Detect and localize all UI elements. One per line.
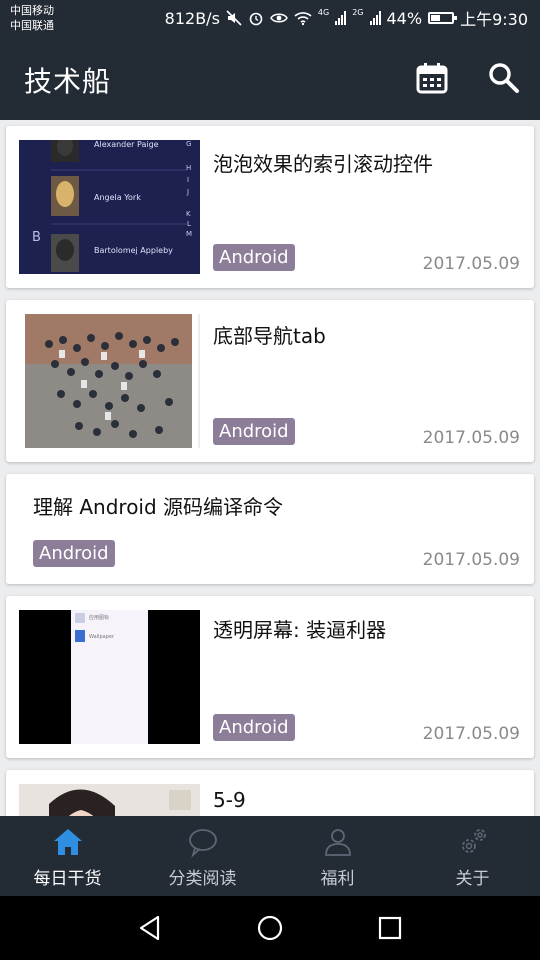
status-bar: 中国移动 中国联通 812B/s 4G 2G 44% 上午9:30: [0, 0, 540, 36]
nav-item-welfare[interactable]: 福利: [270, 816, 405, 896]
article-list[interactable]: Alexander Paige Angela York Bartolomej A…: [0, 120, 540, 816]
thumb-letter-j: J: [187, 188, 190, 196]
article-card[interactable]: Alexander Paige Angela York Bartolomej A…: [6, 126, 534, 288]
search-icon[interactable]: [486, 60, 522, 96]
nav-label-about: 关于: [455, 869, 490, 889]
article-card[interactable]: 理解 Android 源码编译命令 Android 2017.05.09: [6, 474, 534, 584]
wifi-icon: [294, 12, 312, 26]
thumb-name-2: Angela York: [94, 193, 141, 202]
network-speed: 812B/s: [164, 8, 220, 28]
mute-icon: [226, 10, 242, 26]
clock: 上午9:30: [460, 10, 528, 29]
app-title: 技术船: [24, 65, 112, 98]
portrait-photo: [19, 784, 200, 816]
article-thumbnail: [19, 784, 200, 816]
article-thumbnail: Alexander Paige Angela York Bartolomej A…: [19, 140, 200, 274]
article-title[interactable]: 5-9: [213, 788, 246, 812]
thumb-name-1: Alexander Paige: [94, 140, 159, 149]
thumb-letter-m: M: [186, 230, 193, 238]
net-type-1: 4G: [317, 8, 330, 17]
article-thumbnail: 应用图标 Wallpaper: [19, 610, 200, 744]
net-type-2: 2G: [352, 8, 364, 17]
alarm-icon: [249, 12, 263, 26]
thumb-letter-g: G: [186, 140, 192, 148]
category-tag: Android: [33, 540, 115, 567]
article-title[interactable]: 泡泡效果的索引滚动控件: [213, 148, 433, 177]
article-title[interactable]: 透明屏幕: 装逼利器: [213, 614, 386, 643]
nav-item-category[interactable]: 分类阅读: [135, 816, 270, 896]
category-tag: Android: [213, 714, 295, 741]
nav-item-daily[interactable]: 每日干货: [0, 816, 135, 896]
thumb-letter-k: K: [186, 210, 191, 218]
article-card[interactable]: 应用图标 Wallpaper 透明屏幕: 装逼利器 Android 2017.0…: [6, 596, 534, 758]
carrier-2: 中国联通: [10, 19, 54, 32]
back-triangle-icon[interactable]: [134, 912, 166, 944]
nav-label-daily: 每日干货: [33, 869, 102, 889]
article-title[interactable]: 理解 Android 源码编译命令: [33, 491, 283, 520]
category-tag: Android: [213, 244, 295, 271]
preview-item-2: Wallpaper: [89, 634, 115, 640]
app-toolbar: 技术船: [0, 36, 540, 120]
calendar-icon[interactable]: [414, 60, 450, 96]
battery-icon: [428, 12, 458, 24]
article-date: 2017.05.09: [422, 254, 520, 274]
carrier-1: 中国移动: [10, 4, 54, 17]
nav-label-category: 分类阅读: [168, 869, 237, 889]
home-icon: [53, 829, 82, 855]
thumb-letter-i: I: [187, 176, 190, 184]
system-navigation-bar: [0, 896, 540, 960]
thumb-name-3: Bartolomej Appleby: [94, 246, 173, 255]
article-date: 2017.05.09: [422, 550, 520, 570]
home-circle-icon[interactable]: [254, 912, 286, 944]
thumb-section-letter: B: [32, 230, 41, 245]
eye-icon: [270, 13, 288, 23]
preview-app-icon: [75, 613, 85, 623]
recents-square-icon[interactable]: [374, 912, 406, 944]
thumb-letter-l: L: [187, 220, 191, 228]
crowd-photo: [25, 314, 200, 448]
carrier-info: 中国移动 中国联通: [10, 3, 54, 33]
nav-item-about[interactable]: 关于: [405, 816, 540, 896]
category-tag: Android: [213, 418, 295, 445]
article-date: 2017.05.09: [422, 428, 520, 448]
preview-wallpaper-icon: [75, 630, 85, 642]
article-date: 2017.05.09: [422, 724, 520, 744]
thumb-letter-h: H: [186, 164, 192, 172]
battery-percent: 44%: [386, 8, 423, 28]
gears-icon: [461, 829, 486, 853]
nav-label-welfare: 福利: [320, 869, 355, 889]
signal-2-icon: [369, 11, 381, 25]
article-card[interactable]: 底部导航tab Android 2017.05.09: [6, 300, 534, 462]
preview-item-1: 应用图标: [89, 615, 110, 621]
article-title[interactable]: 底部导航tab: [213, 320, 326, 349]
article-thumbnail: [19, 314, 200, 448]
bottom-navigation: 每日干货 分类阅读 福利 关于: [0, 816, 540, 896]
person-icon: [324, 829, 351, 856]
signal-1-icon: [335, 11, 347, 25]
article-card[interactable]: 5-9: [6, 770, 534, 816]
status-indicators: 812B/s 4G 2G 44% 上午9:30: [165, 0, 528, 36]
chat-bubble-icon: [188, 829, 217, 858]
